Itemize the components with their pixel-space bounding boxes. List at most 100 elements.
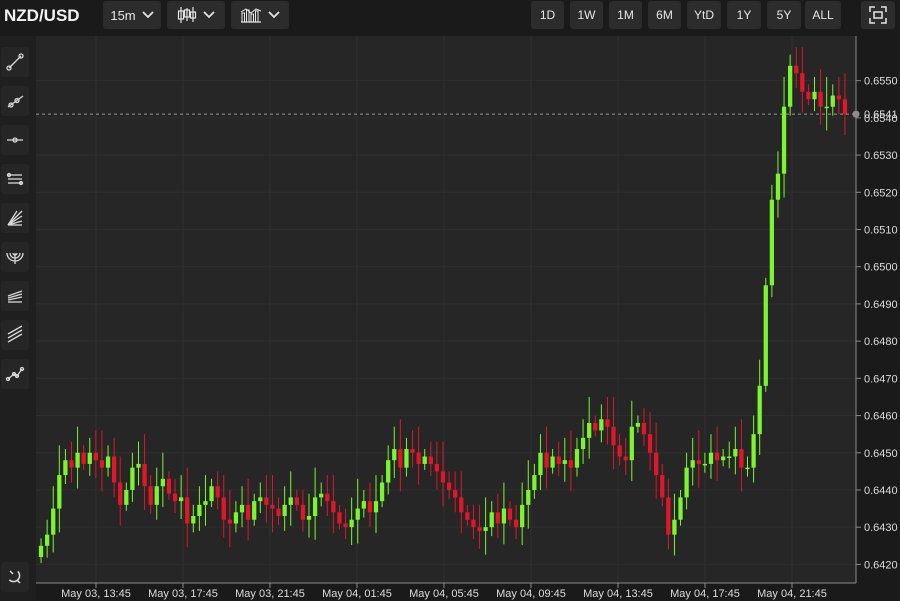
ray-icon [7,95,24,108]
candle [142,463,147,487]
candle [769,199,775,286]
range-6m-button[interactable]: 6M [648,1,681,29]
candle [233,512,239,524]
candle [166,478,172,494]
y-axis: 0.6420 0.6430 0.6440 0.6450 0.6460 0.6470 0.64… [856,76,898,571]
candle [172,493,178,502]
candle [422,456,427,464]
parallel-channel-tool[interactable] [1,164,29,194]
candle [440,471,446,483]
pitchfork-icon [7,290,23,303]
candle [745,467,750,470]
candle [721,456,726,461]
candle [160,478,165,487]
candle [714,452,720,461]
y-tick-label: 0.6440 [864,485,898,497]
candle [319,493,324,498]
candle [191,516,196,524]
candle [520,504,525,528]
candle [550,456,555,468]
arc-tool[interactable] [1,242,29,272]
x-tick-label: May 03, 17:45 [148,588,218,600]
candle [818,91,823,107]
x-tick-label: May 04, 01:45 [322,588,392,600]
x-tick-label: May 03, 21:45 [235,588,305,600]
y-tick-label: 0.6530 [864,150,898,162]
trend-line-icon [6,53,24,71]
candle [386,460,391,483]
candle [325,493,330,502]
candle [781,106,787,174]
ray-tool[interactable] [1,86,29,116]
chevron-down-icon [142,11,154,19]
candle [185,497,190,524]
candle [75,452,80,468]
regression-channel-icon [7,325,23,343]
candle [81,452,86,464]
range-1w-button[interactable]: 1W [570,1,603,29]
last-price-marker [852,110,860,118]
candle [471,519,476,528]
candle [227,519,232,524]
candlestick-icon [177,7,197,23]
candle [203,501,208,505]
horizontal-line-tool[interactable] [1,125,29,155]
candle [355,508,360,520]
candle [593,422,598,431]
y-tick-label: 0.6420 [864,559,898,571]
candle [574,449,580,468]
chart-style-dropdown[interactable] [167,1,225,29]
indicators-dropdown[interactable] [231,1,289,29]
candle [312,497,318,517]
candle [148,486,153,505]
price-chart[interactable]: 0.6420 0.6430 0.6440 0.6450 0.6460 0.6470 0.64… [36,36,900,601]
candle [788,65,793,107]
candle [215,486,220,498]
candle [794,65,799,74]
candle [276,508,281,517]
candle [757,385,762,435]
magnet-tool[interactable] [1,562,29,592]
candle [282,504,287,517]
range-ytd-button[interactable]: YtD [687,1,721,29]
range-5y-button[interactable]: 5Y [767,1,801,29]
y-tick-label: 0.6480 [864,336,898,348]
candle [63,460,68,476]
candle [611,426,616,446]
candle [684,467,689,498]
interval-dropdown[interactable]: 15m [103,1,161,29]
candle [544,452,549,468]
candle [209,486,214,502]
fullscreen-button[interactable] [861,1,895,29]
range-1m-button[interactable]: 1M [609,1,642,29]
y-tick-label: 0.6460 [864,411,898,423]
candle [532,475,537,490]
range-1d-button[interactable]: 1D [531,1,564,29]
candle [45,534,50,546]
range-1y-button[interactable]: 1Y [727,1,761,29]
candle [672,519,677,535]
pitchfork-tool[interactable] [1,281,29,311]
drawing-toolbar [0,36,36,601]
path-tool[interactable] [1,359,29,389]
y-tick-label: 0.6500 [864,262,898,274]
range-all-button[interactable]: ALL [805,1,841,29]
candle [526,489,531,505]
candle [258,497,263,502]
x-tick-label: May 04, 09:45 [496,588,566,600]
candle [398,449,403,468]
candle [99,460,105,468]
candle [465,512,470,520]
candle [105,456,111,468]
candle [379,482,385,502]
regression-channel-tool[interactable] [1,320,29,350]
fullscreen-icon [869,6,887,24]
candle [221,497,226,520]
candle [763,285,768,386]
candle [178,497,184,502]
candle [392,449,397,461]
trend-line-tool[interactable] [1,47,29,77]
fan-tool[interactable] [1,203,29,233]
candle [641,422,647,435]
candle [136,463,141,468]
